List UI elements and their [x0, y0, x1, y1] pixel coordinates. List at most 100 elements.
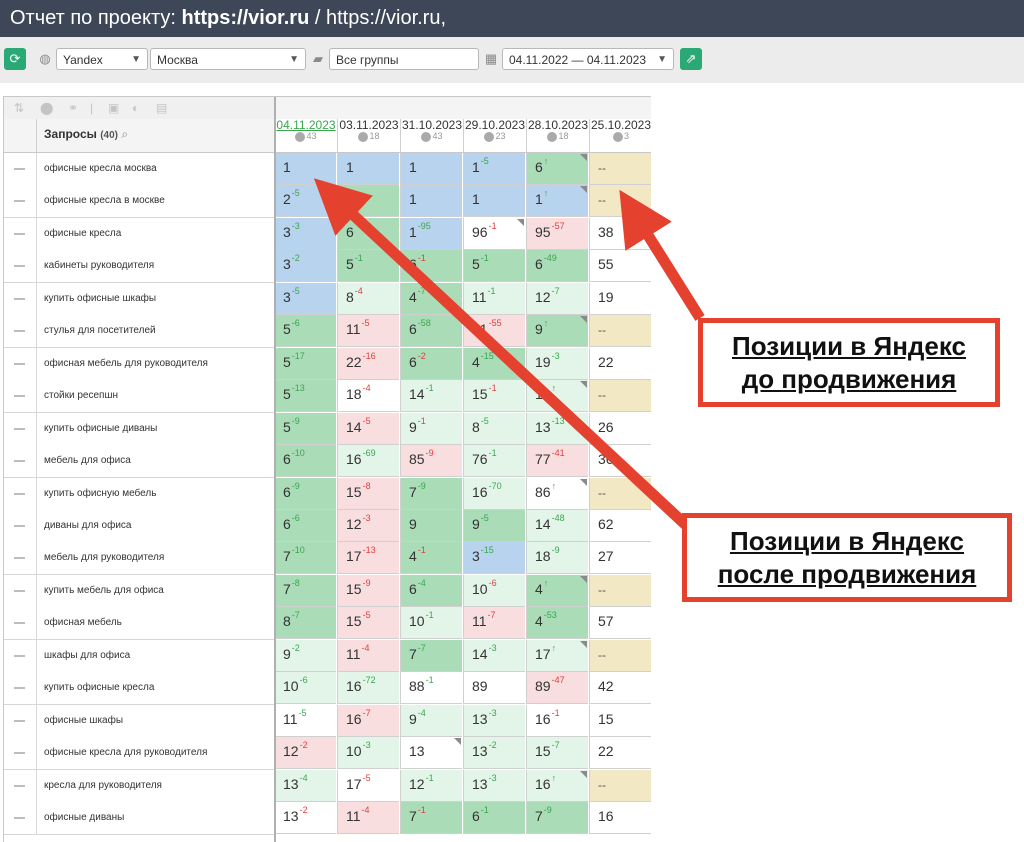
position-cell[interactable]: 16-70: [463, 478, 525, 510]
position-cell[interactable]: 6-49: [526, 250, 588, 282]
position-cell[interactable]: 7-1: [400, 802, 462, 834]
position-cell[interactable]: 57: [589, 607, 651, 639]
date-column-header[interactable]: 25.10.2023 3: [589, 118, 651, 153]
position-cell[interactable]: 1-5: [463, 153, 525, 185]
position-cell[interactable]: 8-4: [337, 283, 399, 315]
row-remove-icon[interactable]: [4, 770, 37, 802]
position-cell[interactable]: 6-2: [400, 348, 462, 380]
position-cell[interactable]: 8-5: [463, 413, 525, 445]
save-icon[interactable]: ▣: [108, 97, 119, 119]
position-cell[interactable]: 9: [400, 510, 462, 542]
position-cell[interactable]: 17-13: [337, 542, 399, 574]
date-column-header[interactable]: 31.10.2023 43: [400, 118, 463, 153]
position-cell[interactable]: 22: [589, 348, 651, 380]
position-cell[interactable]: 6-4: [400, 575, 462, 607]
refresh-button[interactable]: ⟳: [4, 48, 26, 70]
position-cell[interactable]: 5-9: [274, 413, 336, 445]
position-cell[interactable]: 18-4: [337, 380, 399, 412]
position-cell[interactable]: 5-1: [337, 250, 399, 282]
row-remove-icon[interactable]: [4, 380, 37, 412]
position-cell[interactable]: [337, 185, 399, 217]
row-remove-icon[interactable]: [4, 348, 37, 380]
position-cell[interactable]: 5-13: [274, 380, 336, 412]
position-cell[interactable]: 11-5: [337, 315, 399, 347]
position-cell[interactable]: 4-15: [463, 348, 525, 380]
position-cell[interactable]: --: [589, 315, 651, 347]
position-cell[interactable]: 5-6: [274, 315, 336, 347]
position-cell[interactable]: 86↑: [526, 478, 588, 510]
date-column-header[interactable]: 28.10.2023 18: [526, 118, 589, 153]
position-cell[interactable]: 8-7: [274, 607, 336, 639]
position-cell[interactable]: 13-3: [463, 770, 525, 802]
position-cell[interactable]: 95-57: [526, 218, 588, 250]
position-cell[interactable]: 14-3: [463, 640, 525, 672]
position-cell[interactable]: --: [589, 575, 651, 607]
row-remove-icon[interactable]: [4, 445, 37, 477]
position-cell[interactable]: 19-3: [526, 348, 588, 380]
table-row[interactable]: стулья для посетителей: [4, 315, 274, 348]
position-cell[interactable]: 6-10: [274, 445, 336, 477]
position-cell[interactable]: 13-4: [274, 770, 336, 802]
position-cell[interactable]: 9↑: [526, 315, 588, 347]
date-column-header[interactable]: 29.10.2023 23: [463, 118, 526, 153]
row-remove-icon[interactable]: [4, 705, 37, 737]
position-cell[interactable]: 96-1: [463, 218, 525, 250]
table-row[interactable]: офисная мебель для руководителя: [4, 348, 274, 381]
table-row[interactable]: купить офисные кресла: [4, 672, 274, 705]
position-cell[interactable]: 17↑: [526, 640, 588, 672]
row-remove-icon[interactable]: [4, 510, 37, 542]
position-cell[interactable]: 1-95: [400, 218, 462, 250]
position-cell[interactable]: 1: [274, 153, 336, 185]
position-cell[interactable]: 9-4: [400, 705, 462, 737]
position-cell[interactable]: 13-2: [274, 802, 336, 834]
position-cell[interactable]: 13-13: [526, 413, 588, 445]
position-cell[interactable]: 16↑: [526, 770, 588, 802]
search-engine-select[interactable]: Yandex ▼: [56, 48, 148, 70]
position-cell[interactable]: 12-7: [526, 283, 588, 315]
table-row[interactable]: офисная мебель: [4, 607, 274, 640]
position-cell[interactable]: 4-1: [400, 542, 462, 574]
position-cell[interactable]: 62: [589, 510, 651, 542]
position-cell[interactable]: 7-10: [274, 542, 336, 574]
position-cell[interactable]: 3-15: [463, 542, 525, 574]
position-cell[interactable]: 2-5: [274, 185, 336, 217]
position-cell[interactable]: 11-1: [463, 283, 525, 315]
position-cell[interactable]: 22-16: [337, 348, 399, 380]
position-cell[interactable]: 26: [589, 413, 651, 445]
position-cell[interactable]: 7-7: [400, 640, 462, 672]
position-cell[interactable]: 1↑: [526, 185, 588, 217]
contrast-icon[interactable]: ◐: [132, 97, 139, 119]
position-cell[interactable]: 16-69: [337, 445, 399, 477]
position-cell[interactable]: 55: [589, 250, 651, 282]
position-cell[interactable]: 7-9: [400, 478, 462, 510]
position-cell[interactable]: 7-8: [274, 575, 336, 607]
position-cell[interactable]: 1: [400, 185, 462, 217]
position-cell[interactable]: 77-41: [526, 445, 588, 477]
row-remove-icon[interactable]: [4, 413, 37, 445]
row-remove-icon[interactable]: [4, 153, 37, 185]
row-remove-icon[interactable]: [4, 478, 37, 510]
table-row[interactable]: офисные диваны: [4, 802, 274, 835]
position-cell[interactable]: 19: [589, 283, 651, 315]
table-row[interactable]: купить офисные шкафы: [4, 283, 274, 316]
export-button[interactable]: ⇗: [680, 48, 702, 70]
table-row[interactable]: офисные кресла в москве: [4, 185, 274, 218]
position-cell[interactable]: 5-17: [274, 348, 336, 380]
position-cell[interactable]: 36: [589, 445, 651, 477]
position-cell[interactable]: 4-7: [400, 283, 462, 315]
row-remove-icon[interactable]: [4, 607, 37, 639]
position-cell[interactable]: 14↑: [526, 380, 588, 412]
table-row[interactable]: офисные кресла: [4, 218, 274, 251]
table-row[interactable]: диваны для офиса: [4, 510, 274, 543]
position-cell[interactable]: 11-7: [463, 607, 525, 639]
position-cell[interactable]: 9-1: [400, 413, 462, 445]
position-cell[interactable]: 15-1: [463, 380, 525, 412]
link-icon[interactable]: ⚭: [68, 97, 78, 119]
row-remove-icon[interactable]: [4, 802, 37, 834]
position-cell[interactable]: 1: [400, 153, 462, 185]
row-remove-icon[interactable]: [4, 542, 37, 574]
position-cell[interactable]: 16-72: [337, 672, 399, 704]
table-row[interactable]: шкафы для офиса: [4, 640, 274, 673]
table-row[interactable]: кресла для руководителя: [4, 770, 274, 803]
position-cell[interactable]: 89: [463, 672, 525, 704]
